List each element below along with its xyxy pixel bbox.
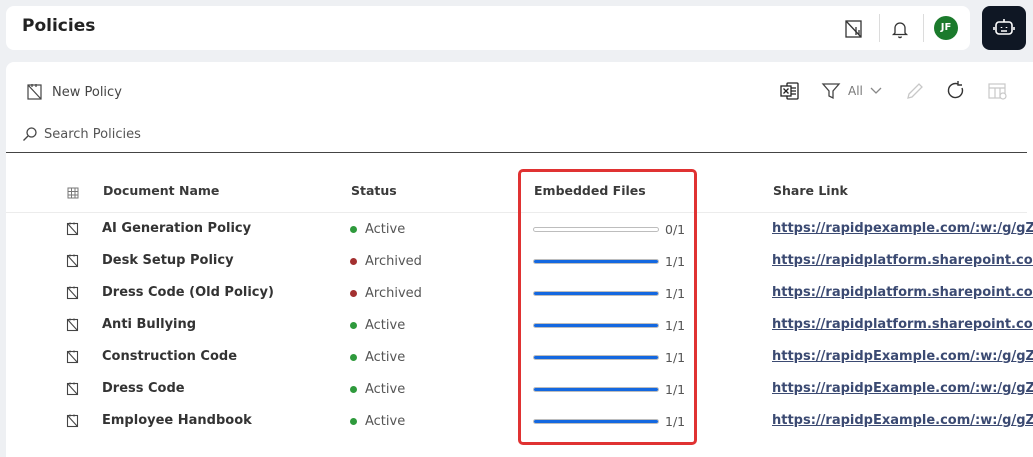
progress-fill bbox=[534, 324, 658, 327]
status-label: Archived bbox=[365, 254, 422, 269]
column-header-document-name[interactable]: Document Name bbox=[103, 183, 219, 198]
header-divider bbox=[879, 14, 880, 42]
reports-icon[interactable] bbox=[844, 19, 864, 39]
embedded-files-progress bbox=[533, 323, 659, 328]
chevron-down-icon[interactable] bbox=[868, 82, 890, 104]
status-cell: Active bbox=[350, 414, 405, 429]
status-dot bbox=[350, 226, 357, 233]
pencil-icon[interactable] bbox=[904, 80, 926, 102]
document-name[interactable]: Anti Bullying bbox=[102, 317, 196, 332]
document-icon bbox=[66, 413, 80, 432]
policies-panel: New Policy All Search Policies Document … bbox=[6, 62, 1033, 457]
document-icon bbox=[66, 221, 80, 240]
ai-bot-icon bbox=[993, 19, 1015, 35]
filter-value[interactable]: All bbox=[848, 84, 863, 98]
document-name[interactable]: Dress Code (Old Policy) bbox=[102, 285, 274, 300]
search-input[interactable]: Search Policies bbox=[44, 127, 141, 142]
embedded-files-progress bbox=[533, 387, 659, 392]
status-dot bbox=[350, 386, 357, 393]
app-header: Policies JF bbox=[6, 6, 970, 50]
search-policies[interactable]: Search Policies bbox=[22, 126, 141, 142]
page-title: Policies bbox=[22, 16, 96, 36]
share-link[interactable]: https://rapidpExample.com/:w:/g/gZoxv bbox=[772, 381, 1033, 396]
avatar[interactable]: JF bbox=[934, 16, 958, 40]
excel-export-icon[interactable] bbox=[779, 80, 801, 102]
table-row[interactable]: Anti Bullying Active 1/1 https://rapidplatf… bbox=[6, 309, 1033, 341]
status-cell: Active bbox=[350, 318, 405, 333]
embedded-files-count: 1/1 bbox=[665, 382, 686, 397]
status-dot bbox=[350, 258, 357, 265]
new-document-icon bbox=[27, 84, 42, 100]
status-label: Active bbox=[365, 382, 406, 397]
embedded-files-count: 1/1 bbox=[665, 254, 686, 269]
embedded-files-count: 1/1 bbox=[665, 286, 686, 301]
share-link[interactable]: https://rapidpExample.com/:w:/g/gZoxv bbox=[772, 413, 1033, 428]
new-policy-label: New Policy bbox=[52, 84, 122, 100]
ai-assistant-button[interactable] bbox=[982, 6, 1026, 50]
embedded-files-count: 1/1 bbox=[665, 350, 686, 365]
table-row[interactable]: Employee Handbook Active 1/1 https://rapidp… bbox=[6, 405, 1033, 437]
embedded-files-progress bbox=[533, 419, 659, 424]
column-header-embedded-files[interactable]: Embedded Files bbox=[534, 183, 646, 198]
document-icon bbox=[66, 381, 80, 400]
document-name[interactable]: Employee Handbook bbox=[102, 413, 252, 428]
progress-fill bbox=[534, 260, 658, 263]
document-icon bbox=[66, 349, 80, 368]
refresh-icon[interactable] bbox=[945, 80, 967, 102]
share-link[interactable]: https://rapidplatform.sharepoint.com/: bbox=[772, 285, 1033, 300]
embedded-files-progress bbox=[533, 259, 659, 264]
table-row[interactable]: Construction Code Active 1/1 https://rapidp… bbox=[6, 341, 1033, 373]
embedded-files-count: 1/1 bbox=[665, 318, 686, 333]
column-header-share-link[interactable]: Share Link bbox=[773, 183, 848, 198]
share-link[interactable]: https://rapidpExample.com/:w:/g/gZoxv bbox=[772, 349, 1033, 364]
column-settings-icon[interactable] bbox=[987, 80, 1009, 102]
table-row[interactable]: Dress Code Active 1/1 https://rapidpExample… bbox=[6, 373, 1033, 405]
share-link[interactable]: https://rapidplatform.sharepoint.com/: bbox=[772, 253, 1033, 268]
status-dot bbox=[350, 290, 357, 297]
document-name[interactable]: AI Generation Policy bbox=[102, 221, 251, 236]
filter-icon[interactable] bbox=[820, 80, 842, 102]
embedded-files-count: 0/1 bbox=[665, 222, 686, 237]
status-cell: Archived bbox=[350, 254, 422, 269]
status-cell: Active bbox=[350, 350, 405, 365]
share-link[interactable]: https://rapidplatform.sharepoint.com/: bbox=[772, 317, 1033, 332]
document-name[interactable]: Dress Code bbox=[102, 381, 185, 396]
status-label: Active bbox=[365, 222, 406, 237]
progress-fill bbox=[534, 388, 658, 391]
status-label: Active bbox=[365, 318, 406, 333]
embedded-files-progress bbox=[533, 355, 659, 360]
table-row[interactable]: AI Generation Policy Active 0/1 https://rap… bbox=[6, 213, 1033, 245]
status-cell: Active bbox=[350, 222, 405, 237]
status-label: Active bbox=[365, 414, 406, 429]
table-row[interactable]: Dress Code (Old Policy) Archived 1/1 https:… bbox=[6, 277, 1033, 309]
document-icon bbox=[66, 253, 80, 272]
status-dot bbox=[350, 322, 357, 329]
status-dot bbox=[350, 354, 357, 361]
column-header-status[interactable]: Status bbox=[351, 183, 397, 198]
document-name[interactable]: Desk Setup Policy bbox=[102, 253, 234, 268]
table-row[interactable]: Desk Setup Policy Archived 1/1 https://rapi… bbox=[6, 245, 1033, 277]
search-underline bbox=[6, 152, 1027, 153]
search-icon bbox=[23, 127, 37, 141]
header-divider bbox=[923, 14, 924, 42]
grid-icon[interactable] bbox=[67, 184, 79, 203]
document-icon bbox=[66, 285, 80, 304]
bell-icon[interactable] bbox=[890, 19, 910, 39]
status-cell: Active bbox=[350, 382, 405, 397]
status-label: Archived bbox=[365, 286, 422, 301]
document-icon bbox=[66, 317, 80, 336]
progress-fill bbox=[534, 292, 658, 295]
document-name[interactable]: Construction Code bbox=[102, 349, 237, 364]
embedded-files-count: 1/1 bbox=[665, 414, 686, 429]
embedded-files-progress bbox=[533, 227, 659, 232]
status-dot bbox=[350, 418, 357, 425]
status-cell: Archived bbox=[350, 286, 422, 301]
embedded-files-progress bbox=[533, 291, 659, 296]
progress-fill bbox=[534, 356, 658, 359]
status-label: Active bbox=[365, 350, 406, 365]
progress-fill bbox=[534, 420, 658, 423]
share-link[interactable]: https://rapidpexample.com/:w:/g/gZoxv bbox=[772, 221, 1033, 236]
new-policy-button[interactable]: New Policy bbox=[26, 82, 122, 102]
